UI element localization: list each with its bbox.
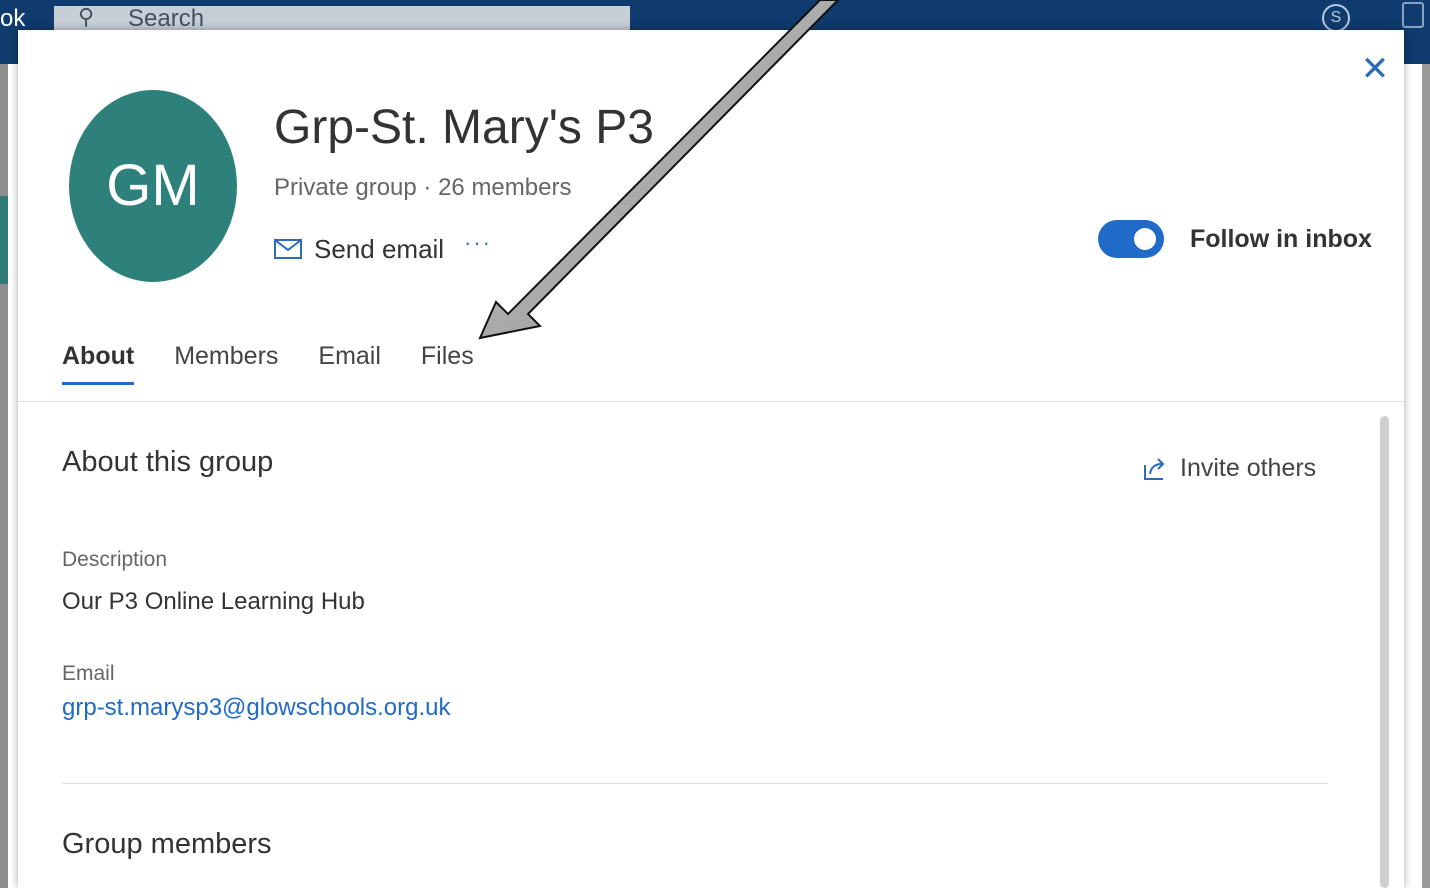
- follow-in-inbox: Follow in inbox: [1098, 220, 1372, 258]
- invite-others-button[interactable]: Invite others: [1142, 454, 1316, 483]
- description-value: Our P3 Online Learning Hub: [62, 588, 365, 615]
- send-email-button[interactable]: Send email: [274, 232, 444, 266]
- toggle-knob: [1134, 228, 1156, 250]
- section-divider: [62, 783, 1328, 784]
- description-label: Description: [62, 548, 168, 571]
- group-meta: Private group · 26 members: [274, 174, 572, 201]
- skype-icon[interactable]: S: [1322, 4, 1350, 32]
- tab-email[interactable]: Email: [318, 342, 381, 385]
- tab-divider: [18, 401, 1404, 402]
- search-box[interactable]: ⚲ Search: [54, 4, 630, 32]
- todo-icon[interactable]: [1402, 2, 1424, 28]
- tab-members[interactable]: Members: [174, 342, 278, 385]
- follow-label: Follow in inbox: [1190, 224, 1372, 253]
- tab-about[interactable]: About: [62, 342, 135, 385]
- close-icon[interactable]: ✕: [1358, 52, 1392, 88]
- about-heading: About this group: [62, 446, 274, 478]
- search-icon: ⚲: [78, 4, 95, 29]
- background-avatar: [0, 196, 8, 284]
- invite-others-label: Invite others: [1180, 454, 1317, 482]
- send-email-label: Send email: [314, 233, 445, 264]
- group-members-heading: Group members: [62, 828, 272, 860]
- group-email-link[interactable]: grp-st.marysp3@glowschools.org.uk: [62, 694, 451, 722]
- follow-toggle[interactable]: [1098, 220, 1164, 258]
- app-name-fragment: ok: [0, 5, 26, 32]
- background-right-pane: [1422, 64, 1430, 888]
- more-options-button[interactable]: ···: [464, 230, 492, 256]
- background-left-pane: [0, 64, 8, 888]
- tab-bar: About Members Email Files: [62, 342, 474, 385]
- share-icon: [1144, 457, 1165, 480]
- dialog-scrollbar[interactable]: [1380, 416, 1389, 888]
- tab-files[interactable]: Files: [421, 342, 474, 385]
- mail-icon: [274, 239, 302, 259]
- group-card-dialog: ✕ GM Grp-St. Mary's P3 Private group · 2…: [18, 30, 1404, 888]
- email-label: Email: [62, 662, 115, 685]
- search-placeholder: Search: [128, 5, 205, 32]
- group-avatar: GM: [69, 90, 237, 282]
- group-title: Grp-St. Mary's P3: [274, 101, 654, 154]
